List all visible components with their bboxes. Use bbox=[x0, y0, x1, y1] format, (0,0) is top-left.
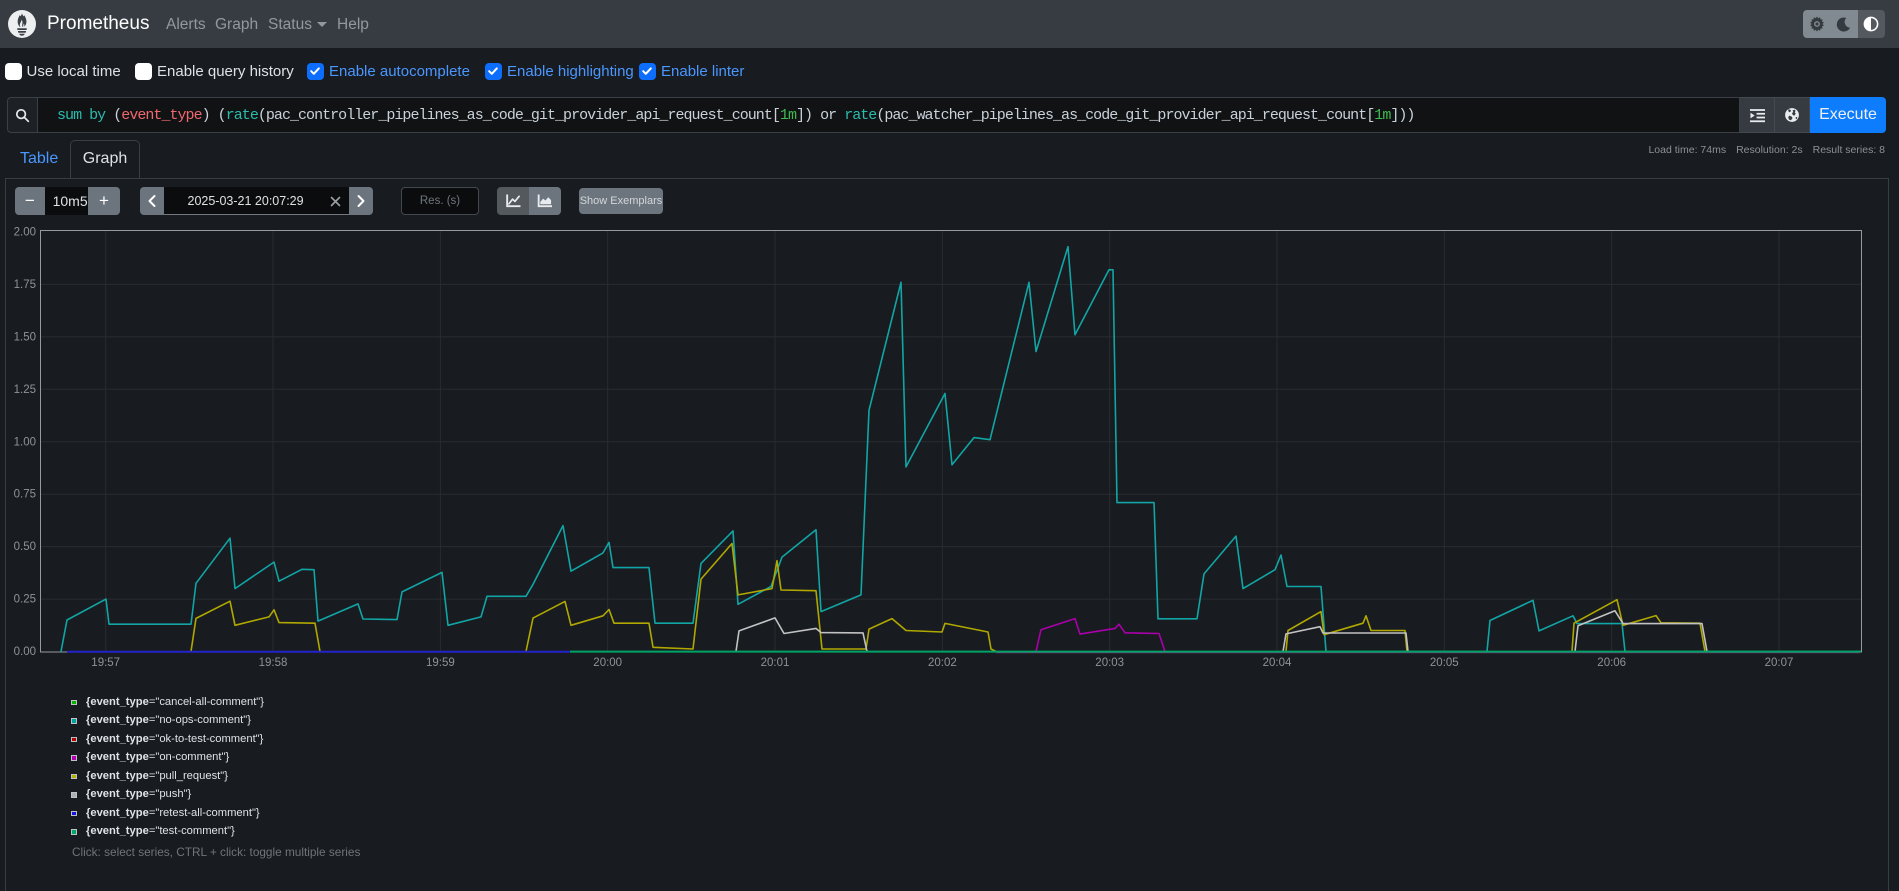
svg-text:0.25: 0.25 bbox=[14, 594, 36, 606]
svg-text:20:05: 20:05 bbox=[1430, 657, 1459, 669]
svg-text:19:59: 19:59 bbox=[426, 657, 455, 669]
svg-text:0.00: 0.00 bbox=[14, 646, 36, 658]
svg-text:19:57: 19:57 bbox=[91, 657, 120, 669]
svg-text:2.00: 2.00 bbox=[14, 227, 36, 239]
svg-text:1.25: 1.25 bbox=[14, 384, 36, 396]
svg-text:1.50: 1.50 bbox=[14, 331, 36, 343]
svg-text:1.75: 1.75 bbox=[14, 279, 36, 291]
svg-text:0.75: 0.75 bbox=[14, 489, 36, 501]
svg-text:19:58: 19:58 bbox=[259, 657, 288, 669]
svg-text:20:01: 20:01 bbox=[761, 657, 790, 669]
svg-text:0.50: 0.50 bbox=[14, 541, 36, 553]
svg-text:20:00: 20:00 bbox=[593, 657, 622, 669]
svg-text:20:02: 20:02 bbox=[928, 657, 957, 669]
svg-text:1.00: 1.00 bbox=[14, 436, 36, 448]
svg-text:20:04: 20:04 bbox=[1263, 657, 1292, 669]
svg-text:20:07: 20:07 bbox=[1765, 657, 1794, 669]
svg-text:20:03: 20:03 bbox=[1095, 657, 1124, 669]
svg-text:20:06: 20:06 bbox=[1597, 657, 1626, 669]
